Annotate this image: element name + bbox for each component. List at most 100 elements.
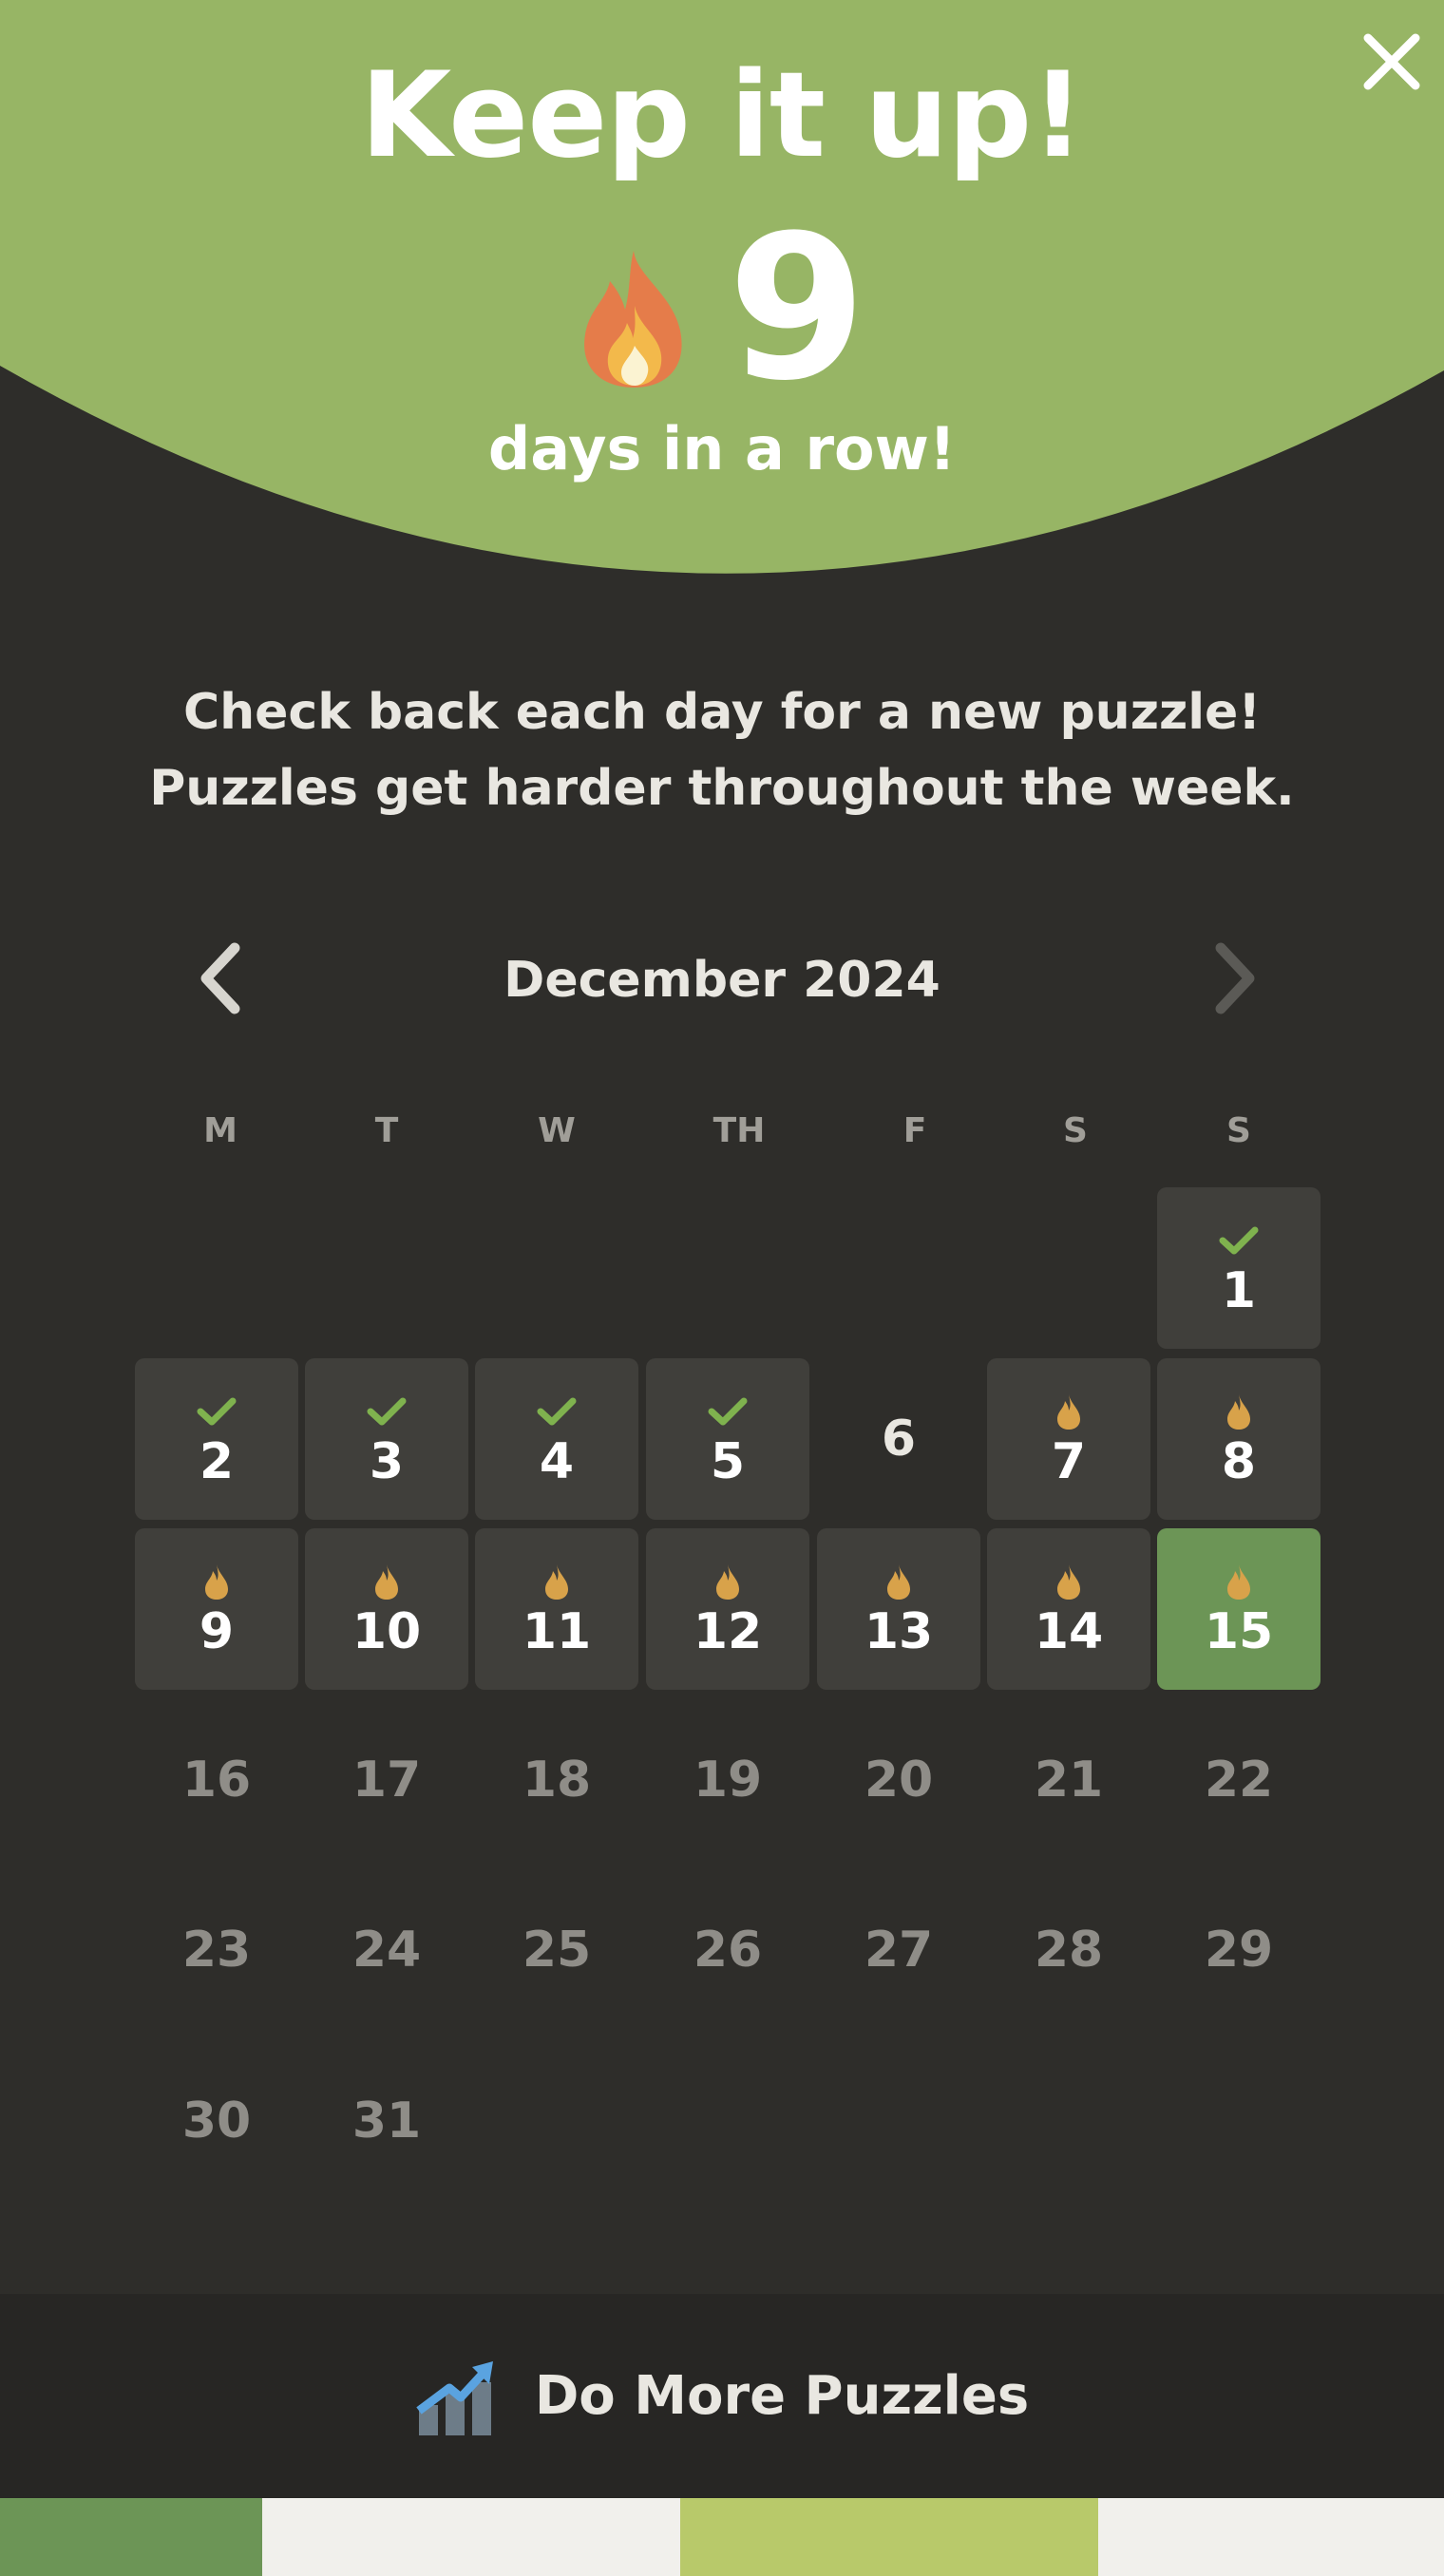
check-icon bbox=[537, 1397, 577, 1426]
day-number: 19 bbox=[693, 1752, 763, 1809]
weekday-label: S bbox=[1226, 1111, 1251, 1150]
fire-icon bbox=[584, 251, 682, 388]
calendar-day[interactable]: 2 bbox=[135, 1358, 298, 1520]
calendar-day: 19 bbox=[646, 1699, 809, 1861]
day-number: 16 bbox=[181, 1752, 252, 1809]
calendar-day: 23 bbox=[135, 1869, 298, 2031]
calendar-day[interactable]: 6 bbox=[817, 1358, 980, 1520]
check-icon bbox=[1219, 1226, 1259, 1255]
day-number: 18 bbox=[522, 1752, 592, 1809]
flame-icon bbox=[1057, 1564, 1080, 1600]
calendar-day[interactable]: 5 bbox=[646, 1358, 809, 1520]
calendar-nav: December 2024 bbox=[0, 931, 1444, 1026]
calendar-day[interactable]: 9 bbox=[135, 1528, 298, 1690]
weekday-label: S bbox=[1063, 1111, 1088, 1150]
streak-title: Keep it up! bbox=[360, 47, 1085, 184]
day-number: 28 bbox=[1034, 1922, 1104, 1979]
day-number: 4 bbox=[539, 1433, 575, 1490]
chart-up-icon bbox=[416, 2360, 493, 2435]
day-number: 14 bbox=[1034, 1603, 1104, 1660]
calendar-day[interactable]: 11 bbox=[475, 1528, 638, 1690]
day-number: 17 bbox=[352, 1752, 422, 1809]
calendar-day[interactable]: 7 bbox=[987, 1358, 1150, 1520]
do-more-puzzles-button[interactable]: Do More Puzzles bbox=[0, 2294, 1444, 2498]
flame-icon bbox=[887, 1564, 910, 1600]
bottom-strip-segment bbox=[262, 2498, 680, 2576]
day-number: 23 bbox=[181, 1922, 252, 1979]
weekday-label: W bbox=[538, 1111, 576, 1150]
day-number: 25 bbox=[522, 1922, 592, 1979]
calendar-day: 28 bbox=[987, 1869, 1150, 2031]
flame-icon bbox=[716, 1564, 739, 1600]
day-number: 22 bbox=[1204, 1752, 1274, 1809]
info-line-2: Puzzles get harder throughout the week. bbox=[149, 760, 1295, 817]
day-number: 10 bbox=[352, 1603, 422, 1660]
calendar-day: 21 bbox=[987, 1699, 1150, 1861]
calendar-day[interactable]: 13 bbox=[817, 1528, 980, 1690]
calendar-day: 24 bbox=[305, 1869, 468, 2031]
day-number: 15 bbox=[1204, 1603, 1274, 1660]
check-icon bbox=[197, 1397, 237, 1426]
calendar-day: 22 bbox=[1157, 1699, 1320, 1861]
day-number: 9 bbox=[199, 1603, 235, 1660]
info-message: Check back each day for a new puzzle! Pu… bbox=[0, 674, 1444, 826]
flame-icon bbox=[375, 1564, 398, 1600]
calendar-day[interactable]: 4 bbox=[475, 1358, 638, 1520]
day-number: 12 bbox=[693, 1603, 763, 1660]
day-number: 21 bbox=[1034, 1752, 1104, 1809]
day-status-marker bbox=[713, 1562, 742, 1601]
flame-icon bbox=[1057, 1394, 1080, 1430]
weekday-label: T bbox=[374, 1111, 399, 1150]
day-number: 26 bbox=[693, 1922, 763, 1979]
day-status-marker bbox=[542, 1562, 571, 1601]
calendar-day[interactable]: 14 bbox=[987, 1528, 1150, 1690]
weekday-label: TH bbox=[712, 1111, 766, 1150]
calendar-day[interactable]: 12 bbox=[646, 1528, 809, 1690]
day-number: 27 bbox=[864, 1922, 934, 1979]
calendar-day[interactable]: 3 bbox=[305, 1358, 468, 1520]
calendar-day: 31 bbox=[305, 2040, 468, 2202]
flame-icon bbox=[1227, 1564, 1250, 1600]
weekday-label: M bbox=[203, 1111, 238, 1150]
flame-icon bbox=[545, 1564, 568, 1600]
streak-count-row: 9 bbox=[0, 209, 1444, 408]
calendar-day: 25 bbox=[475, 1869, 638, 2031]
day-status-marker bbox=[202, 1562, 231, 1601]
calendar-day: 27 bbox=[817, 1869, 980, 2031]
bottom-strip-segment bbox=[680, 2498, 1098, 2576]
calendar-day: 30 bbox=[135, 2040, 298, 2202]
day-number: 3 bbox=[369, 1433, 405, 1490]
day-status-marker bbox=[372, 1562, 401, 1601]
flame-icon bbox=[1227, 1394, 1250, 1430]
day-status-marker bbox=[1225, 1562, 1253, 1601]
weekday-header: M T W TH F S S bbox=[0, 1111, 1444, 1168]
day-number: 20 bbox=[864, 1752, 934, 1809]
calendar-day: 29 bbox=[1157, 1869, 1320, 2031]
calendar-day[interactable]: 15 bbox=[1157, 1528, 1320, 1690]
day-number: 11 bbox=[522, 1603, 592, 1660]
streak-count: 9 bbox=[727, 192, 867, 425]
flame-icon bbox=[205, 1564, 228, 1600]
calendar-day[interactable]: 1 bbox=[1157, 1187, 1320, 1349]
bottom-strip-segment bbox=[1098, 2498, 1444, 2576]
calendar-day: 17 bbox=[305, 1699, 468, 1861]
day-number: 30 bbox=[181, 2093, 252, 2150]
day-number: 24 bbox=[352, 1922, 422, 1979]
day-status-marker bbox=[196, 1392, 238, 1431]
calendar-day[interactable]: 8 bbox=[1157, 1358, 1320, 1520]
next-month-button[interactable] bbox=[1197, 940, 1273, 1016]
day-status-marker bbox=[536, 1392, 578, 1431]
day-status-marker bbox=[1225, 1392, 1253, 1431]
check-icon bbox=[367, 1397, 407, 1426]
calendar-day: 26 bbox=[646, 1869, 809, 2031]
day-number: 5 bbox=[710, 1433, 746, 1490]
calendar-day[interactable]: 10 bbox=[305, 1528, 468, 1690]
day-status-marker bbox=[707, 1392, 749, 1431]
do-more-puzzles-label: Do More Puzzles bbox=[534, 2365, 1030, 2427]
day-status-marker bbox=[1054, 1562, 1083, 1601]
day-status-marker bbox=[366, 1392, 408, 1431]
calendar-day: 16 bbox=[135, 1699, 298, 1861]
info-line-1: Check back each day for a new puzzle! bbox=[182, 684, 1262, 741]
day-number: 31 bbox=[352, 2093, 422, 2150]
calendar-day: 18 bbox=[475, 1699, 638, 1861]
